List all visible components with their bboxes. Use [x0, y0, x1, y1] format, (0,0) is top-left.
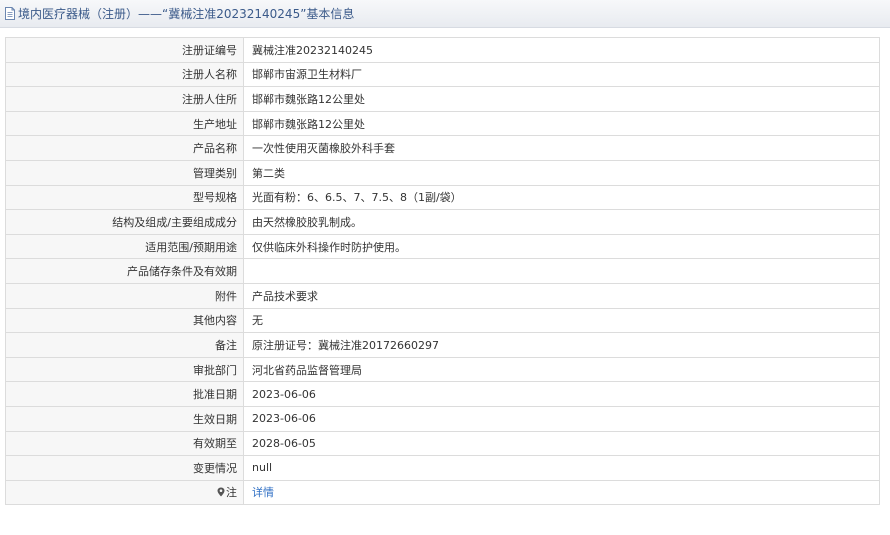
table-row: 附件 产品技术要求 — [5, 282, 880, 309]
row-value: 原注册证号：冀械注准20172660297 — [243, 332, 880, 358]
row-label: 注册证编号 — [5, 37, 244, 63]
row-value: 邯郸市宙源卫生材料厂 — [243, 61, 880, 88]
row-value: 邯郸市魏张路12公里处 — [243, 86, 880, 112]
table-row: 生效日期 2023-06-06 — [5, 405, 880, 432]
table-row: 产品名称 一次性使用灭菌橡胶外科手套 — [5, 135, 880, 161]
table-row: 批准日期 2023-06-06 — [5, 381, 880, 407]
row-label: 生效日期 — [5, 405, 244, 432]
table-row: 审批部门 河北省药品监督管理局 — [5, 356, 880, 383]
row-value: 一次性使用灭菌橡胶外科手套 — [243, 135, 880, 161]
details-link[interactable]: 详情 — [252, 486, 274, 499]
row-label: 有效期至 — [5, 430, 244, 457]
row-label: 批准日期 — [5, 381, 244, 407]
row-value — [243, 258, 880, 284]
row-label: 附件 — [5, 282, 244, 309]
row-value: 仅供临床外科操作时防护使用。 — [243, 233, 880, 260]
table-row: 适用范围/预期用途 仅供临床外科操作时防护使用。 — [5, 233, 880, 260]
row-value: 无 — [243, 307, 880, 334]
row-label: 生产地址 — [5, 110, 244, 137]
table-row: 生产地址 邯郸市魏张路12公里处 — [5, 110, 880, 137]
note-label: 注 — [226, 486, 237, 500]
pin-icon — [217, 487, 225, 497]
row-label: 产品储存条件及有效期 — [5, 258, 244, 284]
table-row: 有效期至 2028-06-05 — [5, 430, 880, 457]
table-row: 管理类别 第二类 — [5, 159, 880, 186]
note-row: 注 详情 — [5, 479, 880, 506]
row-value: 光面有粉：6、6.5、7、7.5、8（1副/袋） — [243, 184, 880, 211]
row-label: 注册人名称 — [5, 61, 244, 88]
table-row: 其他内容 无 — [5, 307, 880, 334]
table-row: 产品储存条件及有效期 — [5, 258, 880, 284]
table-row: 注册证编号 冀械注准20232140245 — [5, 37, 880, 63]
table-row: 注册人名称 邯郸市宙源卫生材料厂 — [5, 61, 880, 88]
row-value: null — [243, 455, 880, 481]
row-label: 型号规格 — [5, 184, 244, 211]
row-value: 2023-06-06 — [243, 405, 880, 432]
page-header: 境内医疗器械（注册）——“冀械注准20232140245”基本信息 — [0, 0, 890, 28]
note-value-cell: 详情 — [243, 479, 880, 506]
table-row: 注册人住所 邯郸市魏张路12公里处 — [5, 86, 880, 112]
table-row: 结构及组成/主要组成成分 由天然橡胶胶乳制成。 — [5, 209, 880, 235]
row-label: 其他内容 — [5, 307, 244, 334]
row-label: 变更情况 — [5, 455, 244, 481]
page-title: 境内医疗器械（注册）——“冀械注准20232140245”基本信息 — [18, 7, 355, 21]
row-label: 结构及组成/主要组成成分 — [5, 209, 244, 235]
note-label-cell: 注 — [5, 479, 244, 506]
row-label: 备注 — [5, 332, 244, 358]
row-label: 注册人住所 — [5, 86, 244, 112]
table-row: 型号规格 光面有粉：6、6.5、7、7.5、8（1副/袋） — [5, 184, 880, 211]
row-label: 审批部门 — [5, 356, 244, 383]
row-value: 第二类 — [243, 159, 880, 186]
document-icon — [5, 7, 15, 20]
row-label: 管理类别 — [5, 159, 244, 186]
row-value: 由天然橡胶胶乳制成。 — [243, 209, 880, 235]
row-label: 适用范围/预期用途 — [5, 233, 244, 260]
row-value: 产品技术要求 — [243, 282, 880, 309]
table-row: 变更情况 null — [5, 455, 880, 481]
table-row: 备注 原注册证号：冀械注准20172660297 — [5, 332, 880, 358]
row-value: 2023-06-06 — [243, 381, 880, 407]
row-value: 河北省药品监督管理局 — [243, 356, 880, 383]
row-value: 冀械注准20232140245 — [243, 37, 880, 63]
row-value: 2028-06-05 — [243, 430, 880, 457]
info-table: 注册证编号 冀械注准20232140245 注册人名称 邯郸市宙源卫生材料厂 注… — [5, 37, 880, 506]
row-value: 邯郸市魏张路12公里处 — [243, 110, 880, 137]
row-label: 产品名称 — [5, 135, 244, 161]
